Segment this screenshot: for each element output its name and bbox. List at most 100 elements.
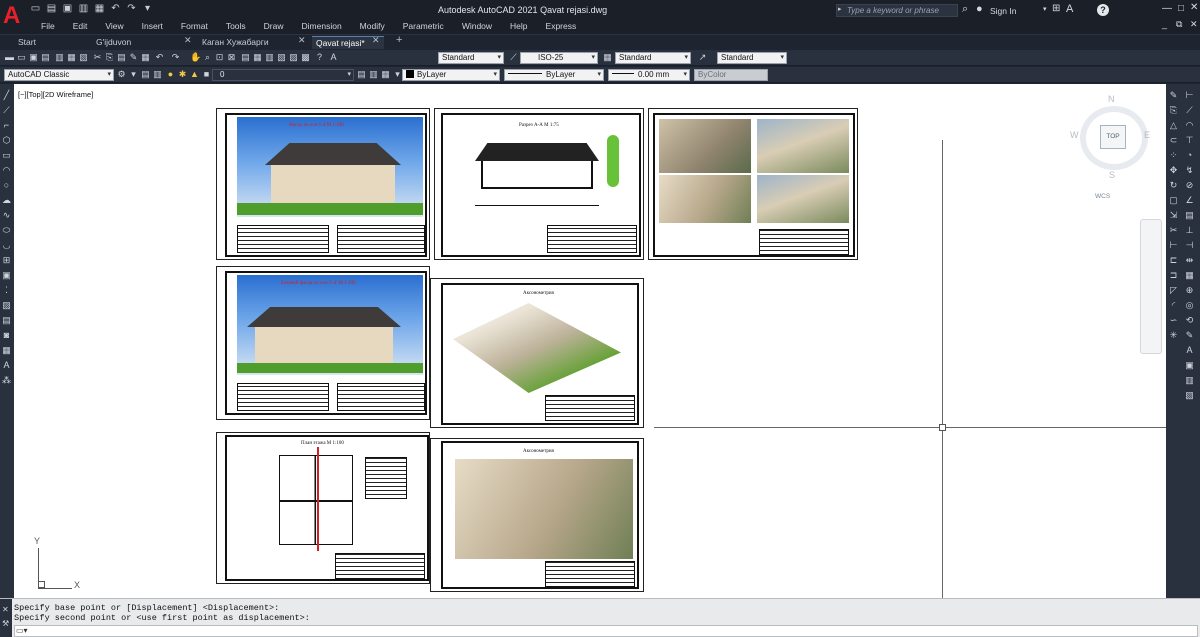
close-icon[interactable]: ✕ — [2, 605, 9, 614]
menu-file[interactable]: File — [32, 20, 64, 32]
linetype-select[interactable]: ByLayer ▾ — [504, 69, 604, 81]
add-selected-icon[interactable]: ⁂ — [1, 375, 12, 386]
layer-walk-icon[interactable]: ▦ — [380, 69, 391, 80]
save-icon[interactable]: ▣ — [28, 52, 39, 63]
menu-window[interactable]: Window — [453, 20, 501, 32]
new-icon[interactable]: ▭ — [30, 3, 41, 14]
menu-insert[interactable]: Insert — [133, 20, 172, 32]
viewcube-top-face[interactable]: TOP — [1100, 125, 1126, 149]
workspace-more-icon[interactable]: ▾ — [128, 69, 139, 80]
revcloud-icon[interactable]: ☁ — [1, 195, 12, 206]
3dprint-icon[interactable]: ▧ — [78, 52, 89, 63]
layer-lock-icon[interactable]: ▲ — [189, 69, 200, 80]
dim-override-icon[interactable]: ▥ — [1184, 375, 1195, 386]
menu-draw[interactable]: Draw — [255, 20, 293, 32]
move-icon[interactable]: ✥ — [1168, 165, 1179, 176]
save-icon[interactable]: ▣ — [62, 3, 73, 14]
paste-icon[interactable]: ▤ — [116, 52, 127, 63]
sheet-side-elevation[interactable]: Боковой фасад по оси 1'-4' М 1:100 — [216, 266, 430, 420]
zoom-window-icon[interactable]: ⊡ — [214, 52, 225, 63]
cut-icon[interactable]: ✂ — [92, 52, 103, 63]
command-line-grip[interactable]: ✕ ⚒ — [0, 599, 12, 637]
sheet-front-elevation[interactable]: Фасад по оси 1-4 М 1:100 — [216, 108, 430, 260]
doc-close-icon[interactable]: ✕ — [1190, 19, 1198, 30]
calculator-icon[interactable]: ▩ — [300, 52, 311, 63]
text-style-icon[interactable]: A — [328, 52, 339, 63]
sign-in-dropdown-icon[interactable]: ▾ — [1043, 5, 1047, 13]
workspace-settings-icon[interactable]: ⚙ — [116, 69, 127, 80]
layer-previous-icon[interactable]: ▥ — [368, 69, 379, 80]
tolerance-icon[interactable]: ▦ — [1184, 270, 1195, 281]
break-icon[interactable]: ⊏ — [1168, 255, 1179, 266]
print-icon[interactable]: ▦ — [94, 3, 105, 14]
menu-parametric[interactable]: Parametric — [394, 20, 453, 32]
sheet-floor-plan[interactable]: План этажа М 1:100 — [216, 432, 430, 584]
close-icon[interactable]: ✕ — [1190, 2, 1198, 13]
markup-icon[interactable]: ▨ — [288, 52, 299, 63]
polyline-icon[interactable]: ⌐ — [1, 120, 12, 131]
layer-select[interactable]: 0 ▾ — [212, 69, 354, 81]
center-mark-icon[interactable]: ⊕ — [1184, 285, 1195, 296]
dim-linear-icon[interactable]: ⊢ — [1184, 90, 1195, 101]
undo-icon[interactable]: ↶ — [110, 3, 121, 14]
inspect-icon[interactable]: ◎ — [1184, 300, 1195, 311]
menu-dimension[interactable]: Dimension — [293, 20, 351, 32]
trim-icon[interactable]: ✂ — [1168, 225, 1179, 236]
tab-kagan[interactable]: Каган Хужабарги 555217* — [198, 36, 298, 60]
autocad-logo[interactable]: A — [3, 4, 21, 28]
make-block-icon[interactable]: ▣ — [1, 270, 12, 281]
dim-style-icon[interactable]: ⟋ — [508, 52, 519, 63]
qnew-icon[interactable]: ▬ — [4, 52, 15, 63]
explode-icon[interactable]: ✳ — [1168, 330, 1179, 341]
text-style-select[interactable]: Standard ▾ — [438, 52, 504, 64]
tab-close-icon[interactable]: ✕ — [372, 35, 380, 46]
matchprop-icon[interactable]: ✎ — [128, 52, 139, 63]
arc-icon[interactable]: ◠ — [1, 165, 12, 176]
redo-icon[interactable]: ↷ — [170, 52, 181, 63]
pan-icon[interactable]: ✋ — [190, 52, 201, 63]
layer-states-icon[interactable]: ▥ — [152, 69, 163, 80]
compass-west[interactable]: W — [1070, 130, 1079, 140]
navigation-bar[interactable] — [1140, 219, 1162, 354]
extend-icon[interactable]: ⊢ — [1168, 240, 1179, 251]
toolpalettes-icon[interactable]: ▥ — [264, 52, 275, 63]
sheet-axonometry-2[interactable]: Аксонометрия — [430, 438, 644, 592]
saveas-icon[interactable]: ▥ — [78, 3, 89, 14]
drawing-canvas[interactable]: [−][Top][2D Wireframe] Фасад по оси 1-4 … — [14, 84, 1166, 598]
compass-south[interactable]: S — [1109, 170, 1115, 180]
qat-more-icon[interactable]: ▾ — [142, 3, 153, 14]
viewport-controls[interactable]: [−][Top][2D Wireframe] — [18, 90, 93, 99]
dim-angular-icon[interactable]: ∠ — [1184, 195, 1195, 206]
menu-modify[interactable]: Modify — [351, 20, 394, 32]
dim-style-select[interactable]: ISO-25 ▾ — [520, 52, 598, 64]
dim-radius-icon[interactable]: ◔ — [1184, 150, 1195, 161]
mleader-style-icon[interactable]: ↗ — [697, 52, 708, 63]
region-icon[interactable]: ◙ — [1, 330, 12, 341]
properties-icon[interactable]: ▤ — [240, 52, 251, 63]
layer-on-icon[interactable]: ● — [165, 69, 176, 80]
color-select[interactable]: ByLayer ▾ — [402, 69, 500, 81]
scale-icon[interactable]: ▢ — [1168, 195, 1179, 206]
spline-icon[interactable]: ∿ — [1, 210, 12, 221]
table-style-icon[interactable]: ▦ — [602, 52, 613, 63]
doc-restore-icon[interactable]: ⧉ — [1176, 19, 1182, 30]
help-icon[interactable]: ? — [1097, 4, 1109, 16]
zoom-realtime-icon[interactable]: ⌕ — [202, 52, 213, 63]
new-tab-icon[interactable]: + — [396, 34, 402, 46]
quick-dim-icon[interactable]: ▤ — [1184, 210, 1195, 221]
compass-east[interactable]: E — [1144, 130, 1150, 140]
copy-icon[interactable]: ⎘ — [104, 52, 115, 63]
join-icon[interactable]: ⊐ — [1168, 270, 1179, 281]
hatch-icon[interactable]: ▨ — [1, 300, 12, 311]
user-icon[interactable]: ● — [976, 3, 983, 15]
open-icon[interactable]: ▤ — [46, 3, 57, 14]
dim-edit-icon[interactable]: ✎ — [1184, 330, 1195, 341]
rectangle-icon[interactable]: ▭ — [1, 150, 12, 161]
array-icon[interactable]: ⁘ — [1168, 150, 1179, 161]
recent-commands-icon[interactable]: ▭▾ — [16, 626, 28, 635]
search-icon[interactable]: ⌕ — [962, 3, 968, 16]
make-current-icon[interactable]: ▤ — [356, 69, 367, 80]
line-icon[interactable]: ╱ — [1, 90, 12, 101]
menu-format[interactable]: Format — [172, 20, 217, 32]
dim-diameter-icon[interactable]: ⊘ — [1184, 180, 1195, 191]
